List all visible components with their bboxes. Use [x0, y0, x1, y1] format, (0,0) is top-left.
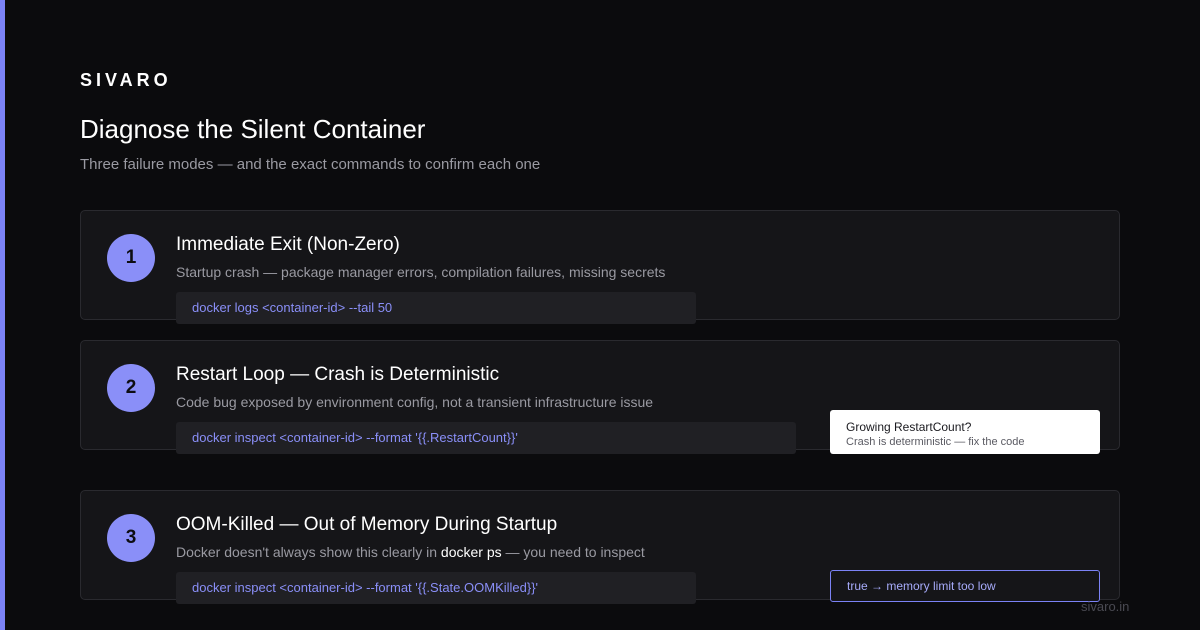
card-title: Restart Loop — Crash is Deterministic — [176, 364, 500, 385]
page-subtitle: Three failure modes — and the exact comm… — [80, 156, 541, 173]
brand-logo: SIVARO — [80, 70, 172, 90]
step-number-badge: 3 — [107, 514, 155, 562]
step-number-badge: 1 — [107, 234, 155, 282]
restart-count-callout: Growing RestartCount? Crash is determini… — [830, 410, 1100, 454]
card-title: Immediate Exit (Non-Zero) — [176, 234, 400, 255]
step-number-badge: 2 — [107, 364, 155, 412]
card-description-text: Docker doesn't always show this clearly … — [176, 544, 441, 560]
command-snippet: docker inspect <container-id> --format '… — [176, 422, 796, 454]
callout-subtitle: Crash is deterministic — fix the code — [846, 436, 1025, 448]
card-description: Startup crash — package manager errors, … — [176, 264, 666, 280]
command-snippet: docker inspect <container-id> --format '… — [176, 572, 696, 604]
failure-card-immediate-exit: 1 Immediate Exit (Non-Zero) Startup cras… — [80, 210, 1120, 324]
command-snippet: docker logs <container-id> --tail 50 — [176, 292, 696, 324]
card-title: OOM-Killed — Out of Memory During Startu… — [176, 514, 558, 535]
accent-bar — [0, 0, 5, 630]
inline-code-docker-ps: docker ps — [440, 544, 502, 560]
callout-title: Growing RestartCount? — [846, 420, 972, 434]
card-description: Code bug exposed by environment config, … — [176, 394, 654, 410]
oom-result-badge: true → memory limit too low — [830, 570, 1100, 602]
footer-domain: sivaro.in — [1081, 599, 1130, 614]
card-description-text: — you need to inspect — [501, 544, 645, 560]
card-description: Docker doesn't always show this clearly … — [176, 544, 645, 560]
page-title: Diagnose the Silent Container — [80, 114, 426, 144]
